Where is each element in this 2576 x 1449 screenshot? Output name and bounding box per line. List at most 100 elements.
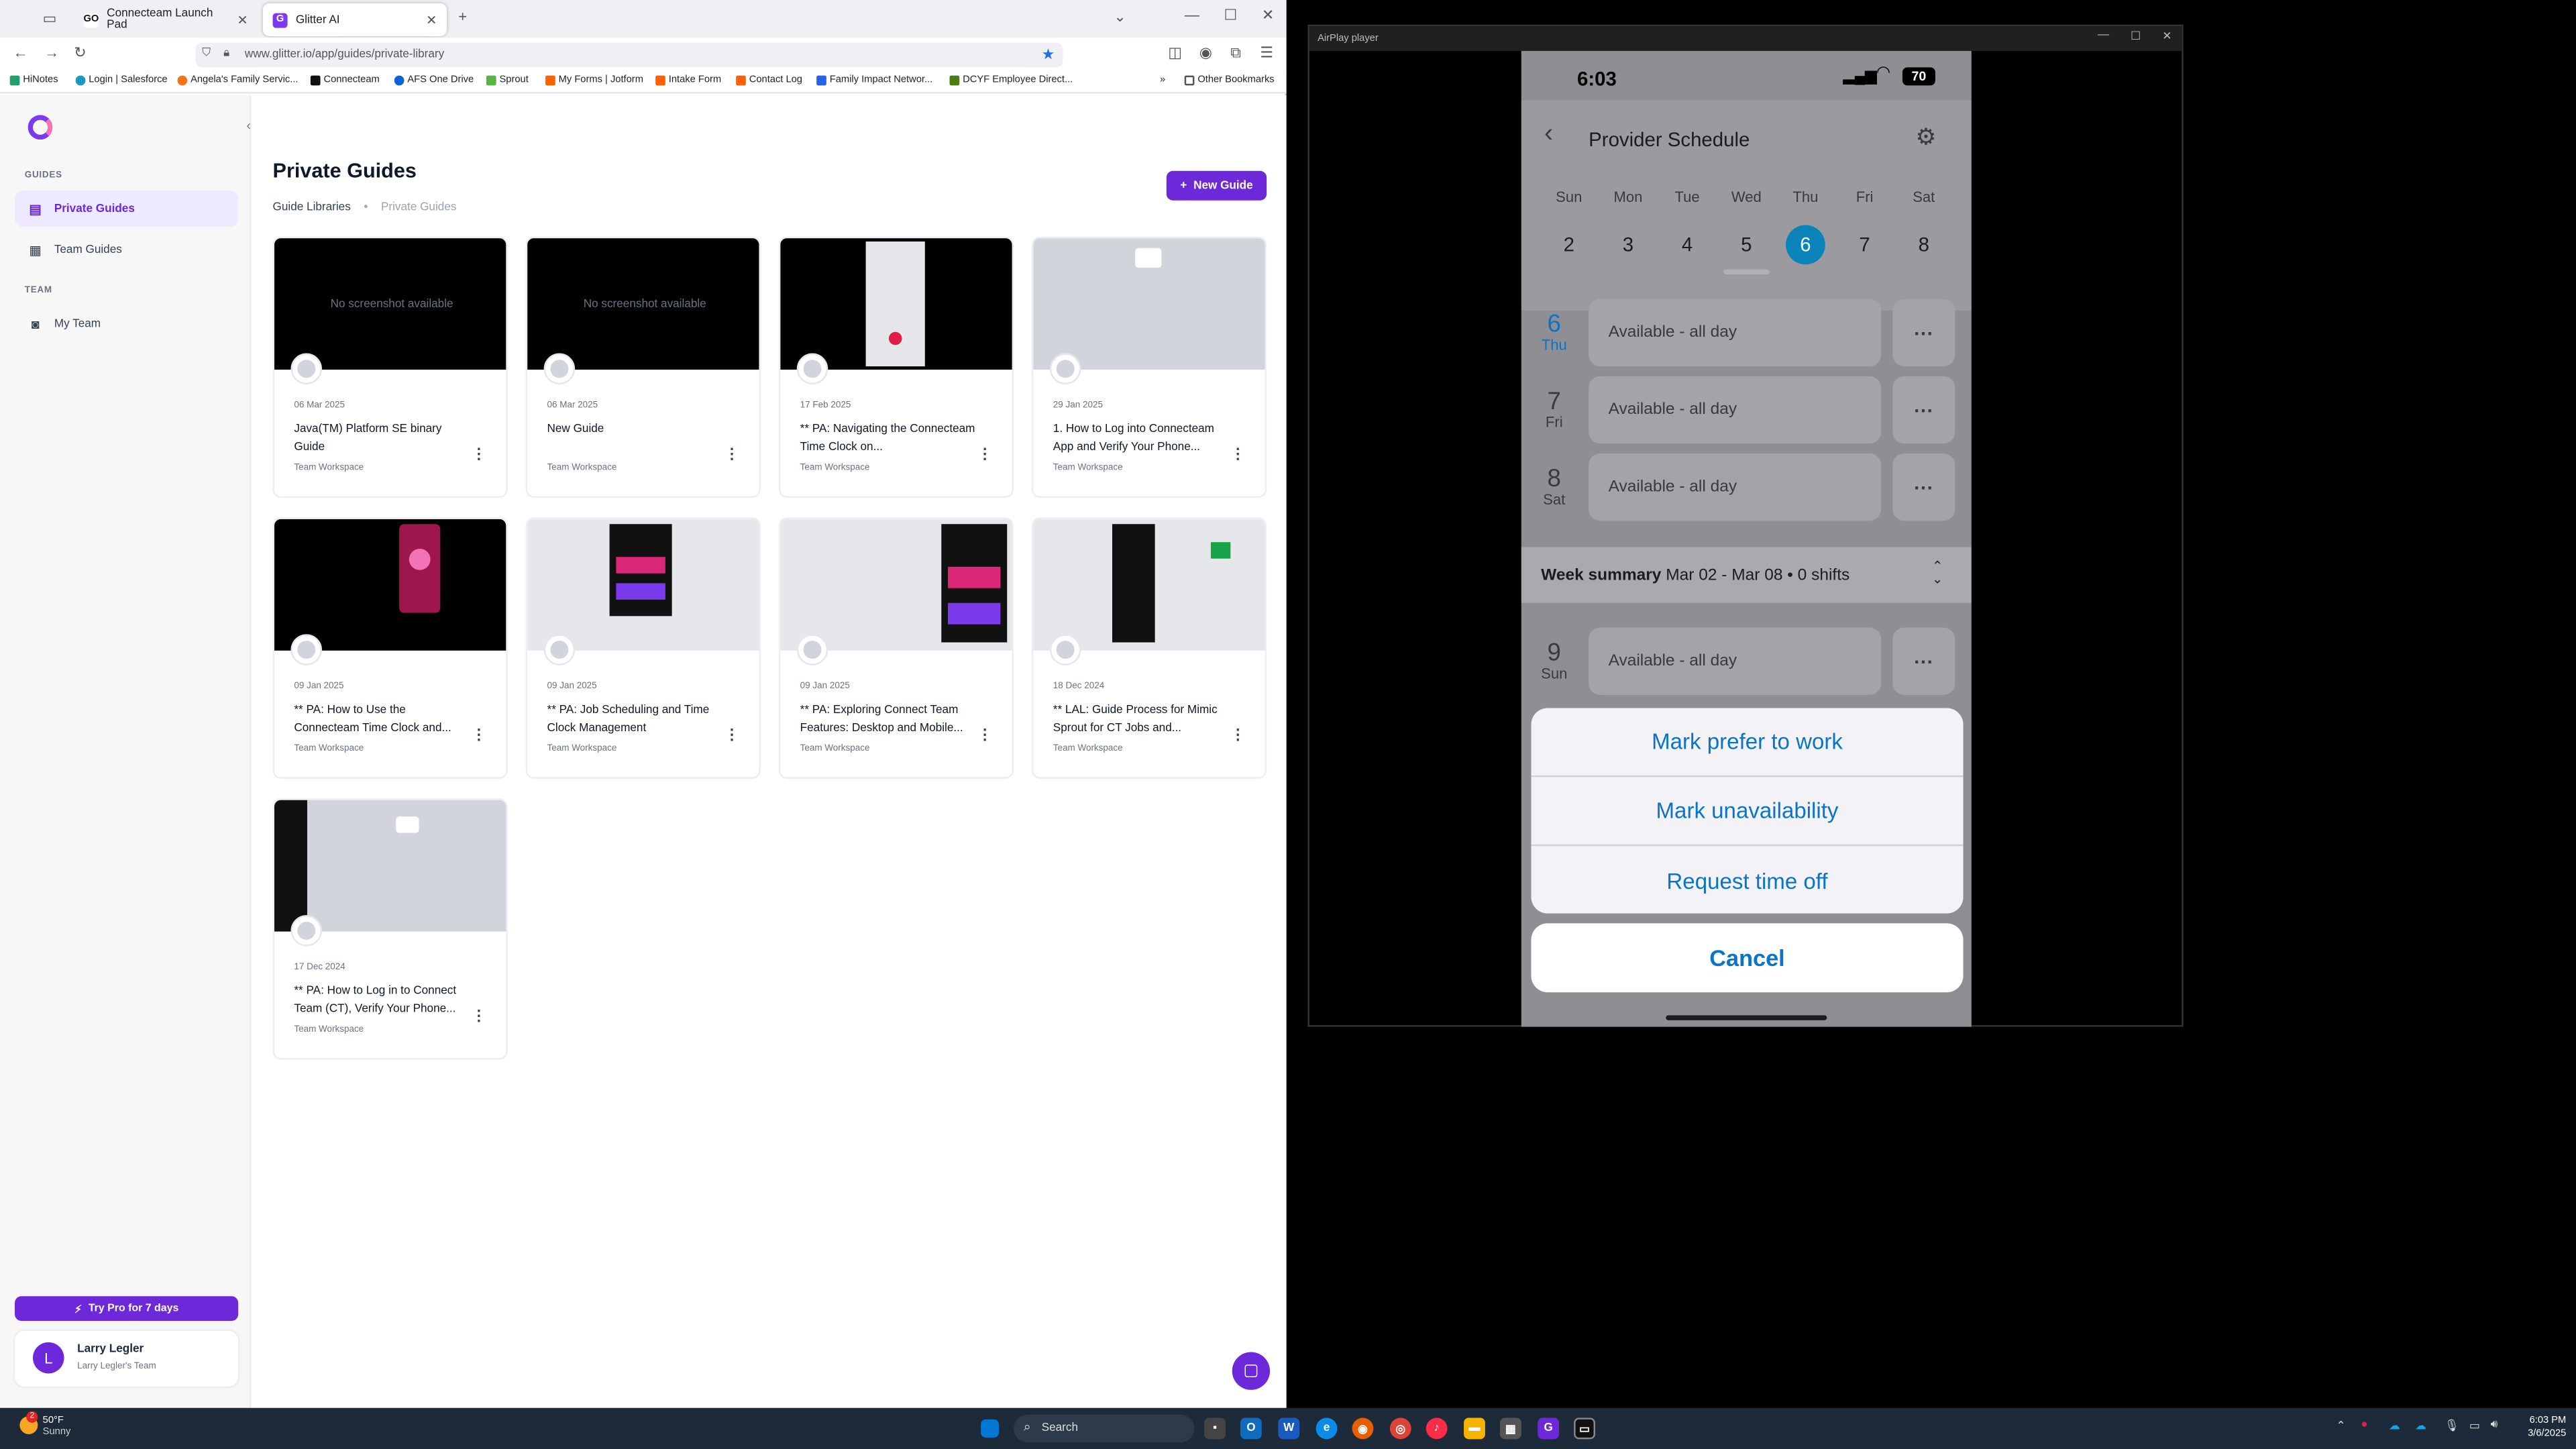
- more-options-icon[interactable]: ···: [1892, 376, 1955, 444]
- date-cell[interactable]: 4: [1668, 225, 1707, 265]
- cancel-button[interactable]: Cancel: [1531, 923, 1964, 993]
- sidebar-item-team-guides[interactable]: ▦ Team Guides: [15, 231, 238, 268]
- collapse-sidebar-icon[interactable]: ‹: [246, 118, 251, 133]
- glitter-app-icon[interactable]: G: [1538, 1417, 1560, 1440]
- more-options-icon[interactable]: ⋮: [977, 726, 992, 744]
- tab-overview-icon[interactable]: ▭: [43, 10, 57, 28]
- guide-card[interactable]: 18 Dec 2024 ** LAL: Guide Process for Mi…: [1031, 517, 1267, 779]
- availability-slot[interactable]: Available - all day: [1589, 627, 1882, 695]
- extensions-icon[interactable]: ⧉: [1230, 44, 1241, 62]
- other-bookmarks[interactable]: Other Bookmarks: [1184, 75, 1275, 86]
- sidebar-item-my-team[interactable]: ◙ My Team: [15, 306, 238, 342]
- back-icon[interactable]: ←: [13, 44, 28, 60]
- bookmark-jotform[interactable]: My Forms | Jotform: [545, 75, 643, 86]
- more-options-icon[interactable]: ⋮: [472, 445, 486, 464]
- forward-icon[interactable]: →: [44, 44, 59, 60]
- guide-card[interactable]: No screenshot available 06 Mar 2025 Java…: [272, 236, 508, 498]
- sidebar-item-private-guides[interactable]: ▤ Private Guides: [15, 191, 239, 227]
- taskbar-search[interactable]: ⌕ Search: [1014, 1414, 1195, 1443]
- availability-slot[interactable]: Available - all day: [1589, 453, 1882, 521]
- volume-icon[interactable]: 🔊︎: [2491, 1419, 2498, 1433]
- minimize-icon[interactable]: —: [1185, 7, 1199, 23]
- more-options-icon[interactable]: ⋮: [472, 1007, 486, 1025]
- more-options-icon[interactable]: ⋮: [724, 445, 739, 464]
- bookmark-family-impact[interactable]: Family Impact Networ...: [816, 75, 932, 86]
- more-options-icon[interactable]: ···: [1892, 299, 1955, 367]
- file-manager-icon[interactable]: ▪: [1204, 1417, 1226, 1440]
- availability-slot[interactable]: Available - all day: [1589, 299, 1882, 367]
- guide-card[interactable]: 09 Jan 2025 ** PA: Job Scheduling and Ti…: [525, 517, 761, 779]
- chrome-icon[interactable]: ◎: [1389, 1417, 1411, 1440]
- date-cell[interactable]: 5: [1727, 225, 1766, 265]
- close-window-icon[interactable]: ✕: [2162, 30, 2171, 43]
- availability-slot[interactable]: Available - all day: [1589, 376, 1882, 444]
- bookmark-sprout[interactable]: Sprout: [486, 75, 529, 86]
- onedrive-icon[interactable]: ☁︎: [2389, 1419, 2400, 1432]
- mark-prefer-to-work-button[interactable]: Mark prefer to work: [1531, 708, 1964, 777]
- maximize-icon[interactable]: ☐: [1224, 7, 1238, 25]
- bookmark-intake-form[interactable]: Intake Form: [655, 75, 721, 86]
- onedrive-business-icon[interactable]: ☁︎: [2415, 1419, 2426, 1432]
- network-icon[interactable]: ▭: [2469, 1419, 2480, 1432]
- guide-card[interactable]: 09 Jan 2025 ** PA: Exploring Connect Tea…: [778, 517, 1014, 779]
- bookmark-onedrive[interactable]: AFS One Drive: [394, 75, 474, 86]
- word-icon[interactable]: W: [1278, 1417, 1300, 1440]
- expand-collapse-icon[interactable]: ⌃ ⌄: [1932, 559, 1943, 586]
- close-window-icon[interactable]: ✕: [1262, 7, 1274, 25]
- microphone-icon[interactable]: 🎙︎: [2445, 1419, 2459, 1432]
- folder-icon[interactable]: ▬: [1464, 1417, 1485, 1440]
- tab-glitter[interactable]: G Glitter AI ✕: [262, 3, 447, 36]
- week-summary[interactable]: Week summary Mar 02 - Mar 08 • 0 shifts …: [1521, 547, 1972, 603]
- date-cell-selected[interactable]: 6: [1786, 225, 1825, 265]
- try-pro-button[interactable]: ⚡︎ Try Pro for 7 days: [15, 1296, 239, 1321]
- more-options-icon[interactable]: ⋮: [724, 726, 739, 744]
- bookmark-contact-log[interactable]: Contact Log: [736, 75, 802, 86]
- close-tab-icon[interactable]: ✕: [237, 12, 248, 27]
- guide-card[interactable]: 17 Dec 2024 ** PA: How to Log in to Conn…: [272, 798, 508, 1060]
- glitter-logo[interactable]: [28, 115, 53, 140]
- guide-card[interactable]: 09 Jan 2025 ** PA: How to Use the Connec…: [272, 517, 508, 779]
- more-options-icon[interactable]: ⋮: [1230, 445, 1245, 464]
- more-options-icon[interactable]: ···: [1892, 453, 1955, 521]
- edge-icon[interactable]: e: [1316, 1417, 1338, 1440]
- security-icon[interactable]: ●: [2361, 1419, 2367, 1431]
- mark-unavailability-button[interactable]: Mark unavailability: [1531, 777, 1964, 847]
- more-options-icon[interactable]: ⋮: [977, 445, 992, 464]
- menu-icon[interactable]: ☰: [1260, 44, 1273, 62]
- maximize-icon[interactable]: ☐: [2131, 30, 2141, 43]
- show-hidden-icons-icon[interactable]: ⌃: [2336, 1419, 2345, 1432]
- home-indicator[interactable]: [1666, 1015, 1827, 1020]
- week-drag-handle[interactable]: [1723, 269, 1770, 274]
- guide-card[interactable]: No screenshot available 06 Mar 2025 New …: [525, 236, 761, 498]
- close-tab-icon[interactable]: ✕: [426, 12, 437, 27]
- date-cell[interactable]: 8: [1904, 225, 1943, 265]
- pocket-icon[interactable]: ◫: [1168, 44, 1182, 62]
- breadcrumb-guide-libraries[interactable]: Guide Libraries: [273, 202, 351, 213]
- reload-icon[interactable]: ↻: [74, 44, 86, 62]
- bookmark-dcyf[interactable]: DCYF Employee Direct...: [949, 75, 1073, 86]
- guide-card[interactable]: 29 Jan 2025 1. How to Log into Connectea…: [1031, 236, 1267, 498]
- outlook-icon[interactable]: O: [1240, 1417, 1262, 1440]
- airplay-app-icon[interactable]: ▭: [1574, 1417, 1595, 1440]
- more-options-icon[interactable]: ⋮: [1230, 726, 1245, 744]
- list-tabs-icon[interactable]: ⌄: [1114, 8, 1126, 26]
- windows-start-icon[interactable]: [981, 1419, 999, 1438]
- bookmark-star-icon[interactable]: ★: [1042, 46, 1055, 64]
- more-bookmarks-icon[interactable]: »: [1160, 76, 1165, 86]
- gear-icon[interactable]: ⚙︎: [1916, 123, 1937, 152]
- more-options-icon[interactable]: ···: [1892, 627, 1955, 695]
- itunes-icon[interactable]: ♪: [1426, 1417, 1448, 1440]
- guide-card[interactable]: 17 Feb 2025 ** PA: Navigating the Connec…: [778, 236, 1014, 498]
- tab-connecteam[interactable]: GO Connecteam Launch Pad ✕: [74, 3, 258, 36]
- bookmark-salesforce[interactable]: Login | Salesforce: [75, 75, 168, 86]
- calculator-icon[interactable]: ▦: [1499, 1417, 1521, 1440]
- chat-support-button[interactable]: ▢: [1232, 1352, 1271, 1390]
- minimize-icon[interactable]: —: [2098, 30, 2109, 43]
- new-guide-button[interactable]: + New Guide: [1166, 170, 1267, 201]
- date-cell[interactable]: 2: [1549, 225, 1589, 265]
- date-cell[interactable]: 7: [1845, 225, 1884, 265]
- bookmark-connecteam[interactable]: Connecteam: [310, 75, 380, 86]
- address-bar[interactable]: ⛉ 🔒︎ www.glitter.io/app/guides/private-l…: [195, 42, 1063, 68]
- request-time-off-button[interactable]: Request time off: [1531, 846, 1963, 913]
- new-tab-icon[interactable]: +: [458, 8, 467, 24]
